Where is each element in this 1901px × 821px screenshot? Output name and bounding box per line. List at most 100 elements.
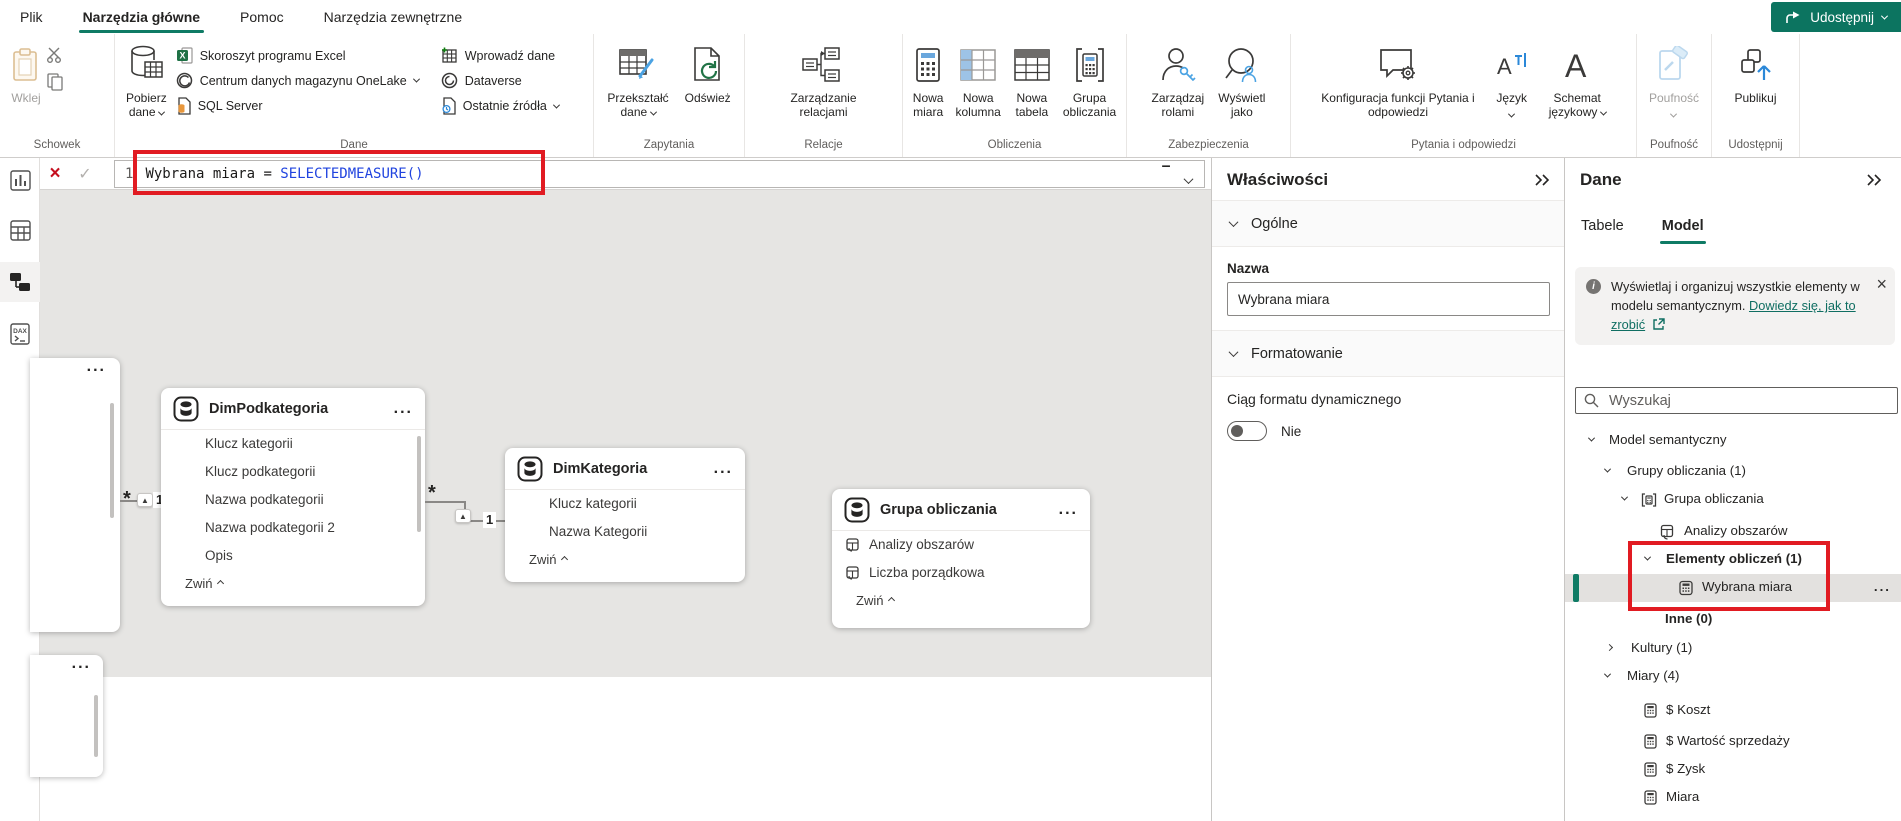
tree-item-measure-koszt[interactable]: $ Koszt: [1565, 697, 1901, 725]
collapse-table-button[interactable]: Zwiń: [832, 587, 1090, 613]
tab-file[interactable]: Plik: [0, 0, 63, 34]
search-input[interactable]: [1607, 392, 1889, 410]
table-field[interactable]: Klucz kategorii: [505, 490, 745, 518]
enter-data-button[interactable]: Wprowadź dane: [441, 47, 559, 64]
share-icon: [1785, 10, 1802, 25]
card-scrollbar[interactable]: [417, 436, 421, 532]
publish-button[interactable]: Publikuj: [1729, 39, 1781, 108]
sql-server-button[interactable]: SQL Server: [176, 97, 419, 115]
chevron-right-icon[interactable]: [1606, 644, 1613, 651]
table-field[interactable]: Nazwa podkategorii: [161, 486, 425, 514]
table-card-menu[interactable]: ...: [72, 659, 91, 669]
collapse-panel-icon[interactable]: [1865, 173, 1883, 187]
cut-icon[interactable]: [46, 47, 64, 63]
table-field[interactable]: Liczba porządkowa: [832, 559, 1090, 587]
chevron-down-icon[interactable]: [1604, 466, 1611, 473]
chevron-down-icon[interactable]: [1621, 494, 1628, 501]
search-box[interactable]: [1575, 387, 1898, 414]
properties-section-general[interactable]: Ogólne: [1212, 200, 1565, 247]
table-card-menu[interactable]: ...: [1059, 505, 1078, 515]
table-card-partial-top[interactable]: ...: [30, 358, 120, 632]
table-field[interactable]: Klucz podkategorii: [161, 458, 425, 486]
paste-button[interactable]: Wklej: [6, 39, 46, 108]
tree-item-analizy-obszarow[interactable]: Analizy obszarów: [1565, 518, 1901, 546]
tree-item-semantic-model[interactable]: Model semantyczny: [1565, 427, 1901, 455]
expand-formula-bar-icon[interactable]: [1184, 174, 1194, 184]
linguistic-schema-button[interactable]: A Schemat językowy: [1544, 39, 1611, 122]
chevron-down-icon[interactable]: [1644, 554, 1651, 561]
transform-data-button[interactable]: Przekształć dane: [602, 39, 673, 122]
tab-tables[interactable]: Tabele: [1579, 212, 1626, 240]
card-scrollbar[interactable]: [110, 403, 114, 518]
table-field[interactable]: Nazwa podkategorii 2: [161, 514, 425, 542]
tree-item-cultures[interactable]: Kultury (1): [1565, 635, 1901, 663]
chevron-down-icon: [649, 109, 656, 116]
card-scrollbar[interactable]: [94, 695, 98, 757]
cancel-formula-icon[interactable]: [40, 163, 70, 185]
table-card-menu[interactable]: ...: [87, 362, 106, 372]
collapse-table-button[interactable]: Zwiń: [505, 546, 745, 572]
table-card-dimpodkategoria[interactable]: DimPodkategoria ... Klucz kategorii Kluc…: [161, 388, 425, 606]
chevron-down-icon[interactable]: [1604, 671, 1611, 678]
table-card-menu[interactable]: ...: [714, 464, 733, 474]
get-data-button[interactable]: Pobierz dane: [121, 39, 172, 122]
tree-item-calculation-group[interactable]: Grupa obliczania: [1565, 486, 1901, 514]
collapse-table-button[interactable]: Zwiń: [161, 570, 425, 596]
manage-relationships-button[interactable]: Zarządzanie relacjami: [785, 39, 861, 122]
manage-roles-button[interactable]: Zarządzaj rolami: [1147, 39, 1210, 122]
view-as-button[interactable]: Wyświetl jako: [1213, 39, 1270, 122]
table-field[interactable]: Opis: [161, 542, 425, 570]
table-card-menu[interactable]: ...: [394, 404, 413, 414]
refresh-button[interactable]: Odśwież: [680, 39, 736, 108]
properties-section-formatting[interactable]: Formatowanie: [1212, 330, 1565, 377]
new-column-button[interactable]: Nowa kolumna: [950, 39, 1005, 122]
new-measure-button[interactable]: Nowa miara: [908, 39, 949, 122]
tree-item-calculation-groups[interactable]: Grupy obliczania (1): [1565, 458, 1901, 486]
table-field[interactable]: Klucz kategorii: [161, 430, 425, 458]
table-field[interactable]: Nazwa Kategorii: [505, 518, 745, 546]
excel-workbook-button[interactable]: X Skoroszyt programu Excel: [176, 47, 419, 64]
item-menu[interactable]: ...: [1874, 582, 1891, 592]
qna-setup-button[interactable]: Konfiguracja funkcji Pytania i odpowiedz…: [1316, 39, 1479, 122]
tab-help[interactable]: Pomoc: [220, 0, 304, 34]
model-diagram-canvas[interactable]: ... ... * 1 DimPodkategoria ... Klucz ka…: [40, 190, 1211, 677]
collapse-panel-icon[interactable]: [1533, 173, 1551, 187]
table-view-icon[interactable]: [0, 210, 40, 250]
dataverse-button[interactable]: Dataverse: [441, 72, 559, 89]
tree-item-wybrana-miara[interactable]: Wybrana miara ...: [1565, 574, 1901, 602]
tree-item-measure-miara[interactable]: Miara: [1565, 784, 1901, 812]
new-table-button[interactable]: Nowa tabela: [1008, 39, 1056, 122]
table-card-dimkategoria[interactable]: DimKategoria ... Klucz kategorii Nazwa K…: [505, 448, 745, 582]
tab-external-tools[interactable]: Narzędzia zewnętrzne: [304, 0, 483, 34]
table-card-grupa-obliczania[interactable]: Grupa obliczania ... Analizy obszarów Li…: [832, 489, 1090, 628]
formula-input[interactable]: 1 Wybrana miara = SELECTEDMEASURE() —: [114, 160, 1205, 188]
tree-item-measure-wartosc[interactable]: $ Wartość sprzedaży: [1565, 728, 1901, 756]
dax-query-view-icon[interactable]: DAX: [0, 314, 40, 354]
report-view-icon[interactable]: [0, 160, 40, 200]
copy-icon[interactable]: [46, 73, 64, 91]
chevron-down-icon[interactable]: [1588, 435, 1595, 442]
tree-item-measure-zysk[interactable]: $ Zysk: [1565, 756, 1901, 784]
onelake-hub-button[interactable]: Centrum danych magazynu OneLake: [176, 72, 419, 89]
calculation-group-button[interactable]: Grupa obliczania: [1058, 39, 1121, 122]
table-card-partial-bottom[interactable]: ...: [30, 655, 103, 777]
tab-home[interactable]: Narzędzia główne: [63, 0, 220, 34]
dynamic-format-toggle[interactable]: [1227, 421, 1267, 441]
tab-external-tools-label: Narzędzia zewnętrzne: [324, 9, 463, 25]
name-field[interactable]: [1227, 282, 1550, 316]
sensitivity-button[interactable]: Poufność: [1644, 39, 1704, 124]
share-button[interactable]: Udostępnij: [1771, 2, 1901, 32]
formula-bar-resize-handle[interactable]: —: [1162, 159, 1170, 174]
model-view-icon[interactable]: [0, 262, 40, 302]
tree-item-measures[interactable]: Miary (4): [1565, 663, 1901, 691]
tree-item-calculation-items[interactable]: Elementy obliczeń (1): [1565, 546, 1901, 574]
chevron-down-icon: [1229, 347, 1239, 357]
language-button[interactable]: A Język: [1490, 39, 1534, 124]
table-field[interactable]: Analizy obszarów: [832, 531, 1090, 559]
close-icon[interactable]: [1876, 275, 1887, 298]
calculation-column-icon: [846, 538, 861, 553]
recent-sources-button[interactable]: Ostatnie źródła: [441, 97, 559, 115]
tab-model[interactable]: Model: [1660, 212, 1706, 240]
tree-item-other[interactable]: Inne (0): [1565, 606, 1901, 634]
commit-formula-icon[interactable]: [70, 164, 100, 184]
